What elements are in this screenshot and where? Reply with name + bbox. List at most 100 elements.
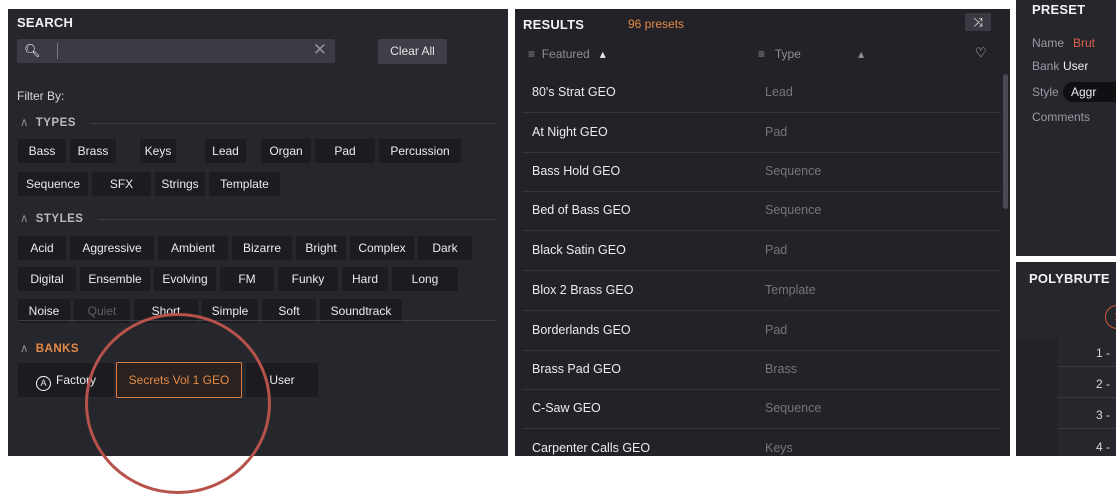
style-tag-long[interactable]: Long bbox=[392, 267, 458, 291]
types-header[interactable]: ∧ TYPES bbox=[20, 115, 76, 129]
type-tag-sequence[interactable]: Sequence bbox=[18, 172, 88, 196]
preset-type: Pad bbox=[765, 243, 788, 257]
search-input[interactable]: 🔍︎ ✕ bbox=[17, 39, 335, 63]
heart-icon[interactable]: ♡ bbox=[975, 45, 987, 61]
clear-all-button[interactable]: Clear All bbox=[378, 39, 447, 64]
style-value-pill[interactable]: Aggr bbox=[1063, 82, 1116, 102]
polybrute-panel: POLYBRUTE 1 1 - 2 - 3 - 4 - bbox=[1016, 262, 1116, 456]
preset-type: Brass bbox=[765, 362, 797, 376]
slot-gutter bbox=[1016, 338, 1058, 456]
table-row[interactable]: Carpenter Calls GEO Keys bbox=[522, 429, 1001, 468]
table-row[interactable]: Borderlands GEO Pad bbox=[522, 311, 1001, 351]
divider bbox=[1058, 366, 1116, 367]
table-row[interactable]: Bass Hold GEO Sequence bbox=[522, 152, 1001, 192]
types-label: TYPES bbox=[35, 117, 76, 129]
preset-name: Brass Pad GEO bbox=[532, 362, 621, 376]
table-row[interactable]: Black Satin GEO Pad bbox=[522, 231, 1001, 271]
type-tag-keys[interactable]: Keys bbox=[140, 139, 176, 163]
preset-name: C-Saw GEO bbox=[532, 401, 601, 415]
name-value[interactable]: Brut bbox=[1073, 36, 1095, 50]
bank-label: Bank bbox=[1032, 59, 1060, 73]
table-row[interactable]: Brass Pad GEO Brass bbox=[522, 350, 1001, 390]
shuffle-icon[interactable]: ⤨ bbox=[965, 13, 991, 31]
style-tag-bright[interactable]: Bright bbox=[296, 236, 346, 260]
preset-type: Keys bbox=[765, 441, 793, 455]
polybrute-title: POLYBRUTE bbox=[1029, 271, 1110, 286]
table-row[interactable]: 80's Strat GEO Lead bbox=[522, 73, 1001, 113]
slot-row[interactable]: 1 - bbox=[1096, 346, 1110, 360]
style-tag-digital[interactable]: Digital bbox=[18, 267, 76, 291]
type-tag-template[interactable]: Template bbox=[209, 172, 280, 196]
type-column-header[interactable]: ≡ Type ▴ bbox=[758, 47, 864, 61]
styles-label: STYLES bbox=[35, 213, 84, 225]
sort-up-icon: ▴ bbox=[599, 47, 606, 61]
table-row[interactable]: At Night GEO Pad bbox=[522, 113, 1001, 153]
clear-icon[interactable]: ✕ bbox=[313, 40, 327, 60]
divider bbox=[98, 219, 496, 220]
type-tag-pad[interactable]: Pad bbox=[315, 139, 375, 163]
results-panel: RESULTS 96 presets ⤨ ≡ Featured ▴ ≡ Type… bbox=[515, 9, 1010, 456]
style-tag-ensemble[interactable]: Ensemble bbox=[80, 267, 150, 291]
preset-name: At Night GEO bbox=[532, 125, 608, 139]
chevron-up-icon: ∧ bbox=[20, 343, 29, 355]
slot-row[interactable]: 4 - bbox=[1096, 440, 1110, 454]
preset-type: Pad bbox=[765, 125, 788, 139]
results-count: 96 presets bbox=[628, 17, 685, 31]
preset-name: 80's Strat GEO bbox=[532, 85, 616, 99]
preset-type: Pad bbox=[765, 323, 788, 337]
slot-row[interactable]: 3 - bbox=[1096, 408, 1110, 422]
preset-title: PRESET bbox=[1032, 2, 1086, 17]
type-tag-bass[interactable]: Bass bbox=[18, 139, 66, 163]
style-tag-acid[interactable]: Acid bbox=[18, 236, 66, 260]
preset-type: Lead bbox=[765, 85, 793, 99]
style-tag-bizarre[interactable]: Bizarre bbox=[232, 236, 292, 260]
styles-header[interactable]: ∧ STYLES bbox=[20, 211, 83, 225]
banks-label: BANKS bbox=[35, 343, 80, 355]
preset-type: Sequence bbox=[765, 164, 822, 178]
table-row[interactable]: C-Saw GEO Sequence bbox=[522, 389, 1001, 429]
featured-column-header[interactable]: ≡ Featured ▴ bbox=[528, 47, 606, 61]
style-tag-ambient[interactable]: Ambient bbox=[158, 236, 228, 260]
type-label: Type bbox=[774, 47, 801, 61]
search-title: SEARCH bbox=[17, 15, 74, 30]
table-row[interactable]: Bed of Bass GEO Sequence bbox=[522, 191, 1001, 231]
divider bbox=[90, 123, 496, 124]
type-tag-percussion[interactable]: Percussion bbox=[379, 139, 461, 163]
preset-name: Black Satin GEO bbox=[532, 243, 626, 257]
slot-number-badge[interactable]: 1 bbox=[1105, 305, 1116, 329]
search-icon: 🔍︎ bbox=[24, 43, 41, 58]
type-tag-brass[interactable]: Brass bbox=[70, 139, 116, 163]
banks-header[interactable]: ∧ BANKS bbox=[20, 341, 79, 355]
style-tag-hard[interactable]: Hard bbox=[342, 267, 388, 291]
preset-panel: PRESET Name Brut Bank User Style Aggr Co… bbox=[1016, 0, 1116, 256]
preset-type: Template bbox=[765, 283, 816, 297]
style-tag-dark[interactable]: Dark bbox=[418, 236, 472, 260]
chevron-up-icon: ∧ bbox=[20, 213, 29, 225]
preset-name: Blox 2 Brass GEO bbox=[532, 283, 634, 297]
type-tag-lead[interactable]: Lead bbox=[205, 139, 246, 163]
type-tag-organ[interactable]: Organ bbox=[261, 139, 311, 163]
slot-row[interactable]: 2 - bbox=[1096, 377, 1110, 391]
bank-value: User bbox=[1063, 59, 1089, 73]
style-tag-evolving[interactable]: Evolving bbox=[154, 267, 216, 291]
style-tag-funky[interactable]: Funky bbox=[278, 267, 338, 291]
name-label: Name bbox=[1032, 36, 1065, 50]
preset-name: Borderlands GEO bbox=[532, 323, 631, 337]
filter-by-label: Filter By: bbox=[17, 89, 65, 103]
results-title: RESULTS bbox=[523, 17, 585, 32]
preset-type: Sequence bbox=[765, 401, 822, 415]
style-tag-fm[interactable]: FM bbox=[220, 267, 274, 291]
text-caret bbox=[57, 43, 58, 59]
sort-icon: ≡ bbox=[528, 47, 536, 61]
type-tag-sfx[interactable]: SFX bbox=[92, 172, 151, 196]
preset-name: Bass Hold GEO bbox=[532, 164, 621, 178]
style-tag-complex[interactable]: Complex bbox=[350, 236, 414, 260]
table-row[interactable]: Blox 2 Brass GEO Template bbox=[522, 271, 1001, 311]
results-scrollbar[interactable] bbox=[1003, 74, 1008, 209]
type-tag-strings[interactable]: Strings bbox=[155, 172, 205, 196]
preset-type: Sequence bbox=[765, 203, 822, 217]
style-tag-aggressive[interactable]: Aggressive bbox=[70, 236, 154, 260]
divider bbox=[18, 320, 496, 321]
divider bbox=[1058, 397, 1116, 398]
divider bbox=[1058, 428, 1116, 429]
